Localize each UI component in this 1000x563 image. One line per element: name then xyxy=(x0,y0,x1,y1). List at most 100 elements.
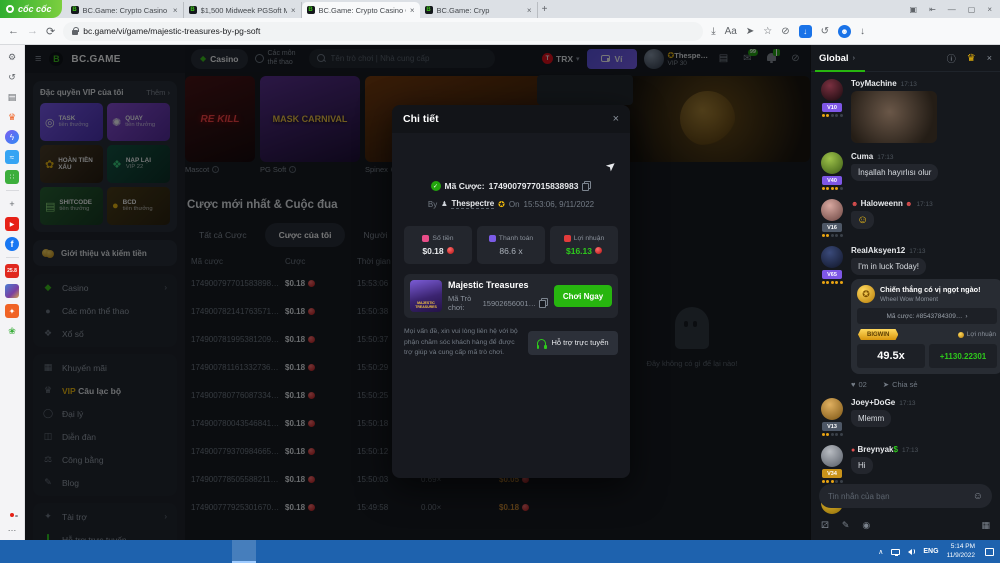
sync-icon[interactable]: ↺ xyxy=(821,26,829,37)
chat-toolbar: ⚂ ✎ ◉ ▦ xyxy=(821,518,990,532)
downloads-tray-icon[interactable]: ↓ xyxy=(860,26,865,37)
action-center-icon[interactable] xyxy=(985,548,994,556)
angry-emoji-icon: ☻ xyxy=(905,201,912,208)
close-tab-icon[interactable]: × xyxy=(173,6,178,15)
like-button[interactable]: ♥02 xyxy=(851,380,867,389)
game-tile-icon[interactable] xyxy=(5,284,19,298)
download-extension-icon[interactable]: ↓ xyxy=(799,25,812,38)
close-icon[interactable]: × xyxy=(613,113,619,125)
divider xyxy=(6,257,19,258)
copy-icon[interactable] xyxy=(539,298,548,308)
close-tab-icon[interactable]: × xyxy=(410,6,415,15)
notification-dot xyxy=(10,513,14,517)
close-window-button[interactable]: × xyxy=(987,5,992,14)
bet-username[interactable]: Thespectre xyxy=(451,199,494,209)
ssl-lock-icon[interactable] xyxy=(72,30,78,35)
bet-id-value: 1749007977015838983 xyxy=(489,181,579,191)
chat-image-attachment[interactable] xyxy=(851,91,937,143)
browser-tab-4[interactable]: BC.Game: Cryp × xyxy=(420,2,538,18)
game-thumbnail[interactable]: MAJESTIC TREASURES xyxy=(410,280,442,312)
browser-tab-3-active[interactable]: BC.Game: Crypto Casino Gan × xyxy=(302,2,420,18)
taskbar-clock[interactable]: 5:14 PM11/9/2022 xyxy=(947,543,975,559)
share-icon[interactable]: ➤ xyxy=(746,26,754,37)
translate-icon[interactable]: Aa xyxy=(725,26,737,37)
avatar[interactable] xyxy=(821,199,843,221)
facebook-icon[interactable]: f xyxy=(5,237,19,251)
chat-message: V65 RealAksyen1217:13 I'm in luck Today!… xyxy=(819,246,992,389)
dice-icon[interactable]: ⚂ xyxy=(821,520,829,531)
save-page-icon[interactable]: ⤓ xyxy=(711,26,715,37)
avatar[interactable] xyxy=(821,79,843,101)
profile-avatar[interactable]: ☻ xyxy=(838,25,851,38)
hot-trend-icon[interactable]: ♛ xyxy=(5,110,19,124)
bigwin-badge: BIGWIN xyxy=(858,329,898,340)
reload-button[interactable]: ⟳ xyxy=(46,25,55,38)
more-icon[interactable]: … xyxy=(5,521,19,535)
user-badge-icon: ✪ xyxy=(498,200,505,209)
sale-25-8-icon[interactable]: 25.8 xyxy=(5,264,19,278)
coccoc-menu-button[interactable]: cốc cốc xyxy=(0,0,62,18)
browser-tab-1[interactable]: BC.Game: Crypto Casino Gan × xyxy=(66,2,184,18)
stat-payout: Thanh toán 86.6 x xyxy=(477,226,545,264)
share-button[interactable]: ➤Chia sẻ xyxy=(883,380,918,389)
address-bar[interactable]: bc.game/vi/game/majestic-treasures-by-pg… xyxy=(63,22,703,41)
bcgame-app: ≡ B BC.GAME Đặc quyền VIP của tôi Thêm ›… xyxy=(25,45,1000,540)
bookmark-star-icon[interactable]: ☆ xyxy=(763,26,772,37)
rules-pen-icon[interactable]: ✎ xyxy=(842,520,850,531)
live-support-button[interactable]: Hỗ trợ trực tuyến xyxy=(528,331,618,355)
avatar[interactable] xyxy=(821,152,843,174)
messenger-icon[interactable]: ϟ xyxy=(5,130,19,144)
chevron-right-icon: › xyxy=(853,55,855,62)
win-profit: +1130.22301 xyxy=(929,344,997,368)
win-share-card[interactable]: ✪ Chiến thắng có vị ngọt ngào!Wheel Wow … xyxy=(851,279,1000,374)
settings-gear-icon[interactable]: ⚙ xyxy=(5,50,19,64)
history-icon[interactable]: ↺ xyxy=(5,70,19,84)
reading-list-icon[interactable]: ▤ xyxy=(5,90,19,104)
youtube-icon[interactable]: ▶ xyxy=(5,217,19,231)
avatar[interactable] xyxy=(821,445,843,467)
minimize-button[interactable]: — xyxy=(948,5,956,14)
forward-button[interactable]: → xyxy=(27,25,38,37)
browser-tab-2[interactable]: $1,500 Midweek PGSoft Mult × xyxy=(184,2,302,18)
system-tray: ∧ ENG 5:14 PM11/9/2022 xyxy=(878,543,1000,559)
close-tab-icon[interactable]: × xyxy=(291,6,296,15)
add-shortcut-icon[interactable]: + xyxy=(5,197,19,211)
gif-icon[interactable]: ◉ xyxy=(862,520,870,531)
zalo-icon[interactable]: ≈ xyxy=(5,150,19,164)
red-dot-icon: ● xyxy=(851,447,855,454)
tray-expand-icon[interactable]: ∧ xyxy=(878,548,883,556)
modal-title: Chi tiết xyxy=(403,113,439,125)
vip-badge: V65 xyxy=(822,270,842,279)
trophy-icon[interactable]: ♛ xyxy=(967,53,976,64)
site-favicon xyxy=(425,6,433,14)
chat-room-selector[interactable]: Global xyxy=(819,53,849,64)
close-tab-icon[interactable]: × xyxy=(527,6,532,15)
avatar[interactable] xyxy=(821,246,843,268)
avatar[interactable] xyxy=(821,398,843,420)
maximize-button[interactable]: ▢ xyxy=(968,5,976,14)
new-tab-button[interactable]: + xyxy=(538,4,552,15)
language-indicator[interactable]: ENG xyxy=(923,548,938,555)
emoji-picker-icon[interactable]: ☺ xyxy=(973,491,983,502)
network-icon[interactable] xyxy=(891,549,900,555)
chat-message-input[interactable] xyxy=(828,492,968,501)
adblock-shield-icon[interactable]: ⊘ xyxy=(781,26,789,37)
play-now-button[interactable]: Chơi Ngay xyxy=(554,285,612,307)
deal-flower-icon[interactable]: ❀ xyxy=(5,324,19,338)
pip-icon[interactable]: ▣ xyxy=(910,5,918,14)
chat-input-box[interactable]: ☺ xyxy=(819,484,992,508)
keyboard-icon[interactable]: ▦ xyxy=(981,520,990,531)
volume-icon[interactable] xyxy=(908,549,915,555)
taskbar-active-app[interactable] xyxy=(232,540,256,563)
back-button[interactable]: ← xyxy=(8,25,19,37)
copy-icon[interactable] xyxy=(582,181,591,191)
game-name: Majestic Treasures xyxy=(448,280,548,290)
tab-strip: BC.Game: Crypto Casino Gan × $1,500 Midw… xyxy=(66,0,552,18)
win-bet-id[interactable]: Mã cược: #8543784309…› xyxy=(857,308,997,324)
close-chat-icon[interactable]: × xyxy=(987,53,992,63)
chat-info-icon[interactable]: ⓘ xyxy=(947,52,956,65)
reader-icon[interactable]: ⇤ xyxy=(929,5,936,14)
shop-icon[interactable]: ✦ xyxy=(5,304,19,318)
games-icon[interactable]: ∷ xyxy=(5,170,19,184)
coin-icon xyxy=(447,247,454,254)
